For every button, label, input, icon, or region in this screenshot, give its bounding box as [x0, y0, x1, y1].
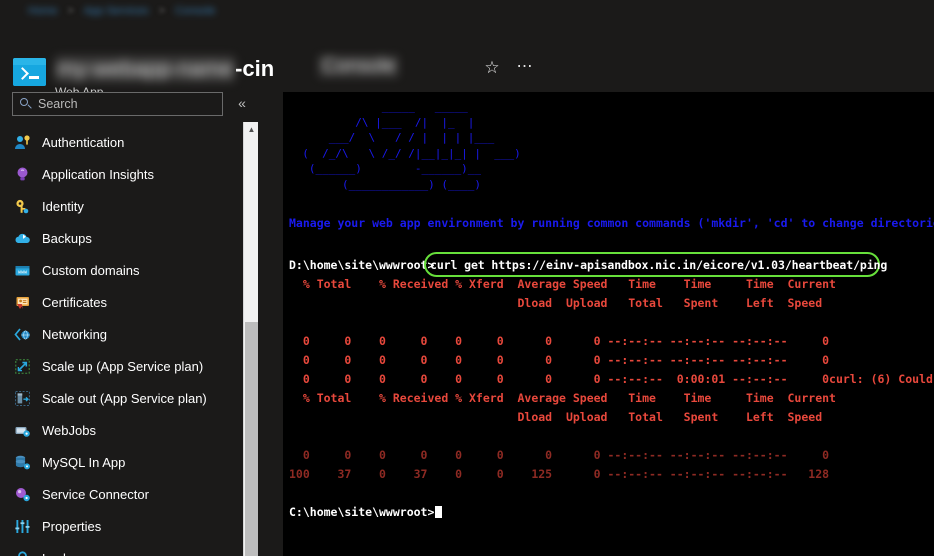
curl-header-line-2: Dload Upload Total Spent Left Speed [289, 296, 823, 310]
star-icon[interactable]: ☆ [482, 58, 502, 78]
sidebar-item-application-insights[interactable]: Application Insights [0, 158, 243, 190]
sidebar-item-label: WebJobs [42, 422, 96, 438]
breadcrumb-separator-2: > [158, 5, 166, 17]
sidebar-item-label: Backups [42, 230, 92, 246]
scale-up-icon [14, 358, 31, 375]
sidebar-item-custom-domains[interactable]: www Custom domains [0, 254, 243, 286]
azure-ascii-art-banner: _____ _____ /\ |___ /| |_ | ___/ \ / / |… [302, 100, 521, 191]
scale-out-icon [14, 390, 31, 407]
sidebar-item-label: Networking [42, 326, 108, 342]
search-icon [19, 97, 33, 111]
certificates-icon [14, 294, 31, 311]
page-scope-label: Console [318, 55, 400, 78]
sidebar-item-label: Service Connector [42, 486, 149, 502]
sidebar-item-label: Properties [42, 518, 102, 534]
console-tile-icon [13, 58, 46, 86]
breadcrumb-item-console[interactable]: Console [175, 5, 215, 17]
page-title: my-webapp-name -cin [55, 54, 274, 84]
sidebar-item-webjobs[interactable]: WebJobs [0, 414, 243, 446]
sidebar-item-label: Scale out (App Service plan) [42, 390, 207, 406]
console-cursor [435, 506, 443, 518]
sidebar-item-identity[interactable]: Identity [0, 190, 243, 222]
sidebar-item-label: Locks [42, 551, 76, 556]
sidebar-item-label: Scale up (App Service plan) [42, 358, 204, 374]
sidebar-item-label: Authentication [42, 134, 125, 150]
breadcrumb-item-app-services[interactable]: App Services [84, 5, 149, 17]
search-box[interactable] [12, 92, 223, 116]
sidebar-item-authentication[interactable]: Authentication [0, 126, 243, 158]
resource-menu: Authentication Application Insights Iden… [0, 126, 243, 556]
curl-progress-row: 0 0 0 0 0 0 0 0 --:--:-- --:--:-- --:--:… [289, 353, 830, 367]
breadcrumb: Home > App Services > Console [0, 0, 934, 22]
authentication-icon [14, 134, 31, 151]
webjobs-icon [14, 422, 31, 439]
backups-cloud-icon [14, 230, 31, 247]
final-prompt-text: C:\home\site\wwwroot> [289, 505, 435, 519]
curl-header-line-1-repeat: % Total % Received % Xferd Average Speed… [289, 391, 836, 405]
identity-key-icon [14, 198, 31, 215]
networking-icon [14, 326, 31, 343]
sidebar-item-label: Custom domains [42, 262, 140, 278]
breadcrumb-item-home[interactable]: Home [28, 5, 57, 17]
mysql-in-app-icon [14, 454, 31, 471]
console-command: curl get https://einv-apisandbox.nic.in/… [430, 258, 888, 272]
console-hint-text: Manage your web app environment by runni… [289, 216, 934, 230]
sidebar-scrollbar[interactable]: ▲ [243, 122, 258, 556]
curl-progress-row-final: 100 37 0 37 0 0 125 0 --:--:-- --:--:-- … [289, 467, 830, 481]
scrollbar-thumb[interactable] [245, 322, 258, 556]
collapse-menu-button[interactable]: « [233, 94, 251, 112]
console-prompt: D:\home\site\wwwroot> [289, 258, 435, 272]
curl-progress-row: 0 0 0 0 0 0 0 0 --:--:-- --:--:-- --:--:… [289, 448, 830, 462]
curl-header-line-2-repeat: Dload Upload Total Spent Left Speed [289, 410, 823, 424]
console-final-prompt: C:\home\site\wwwroot> [289, 503, 443, 522]
resource-name-suffix: -cin [235, 56, 275, 81]
sidebar-item-certificates[interactable]: Certificates [0, 286, 243, 318]
service-connector-icon [14, 486, 31, 503]
search-input[interactable] [38, 97, 216, 111]
curl-error-row: 0 0 0 0 0 0 0 0 --:--:-- 0:00:01 --:--:-… [302, 372, 933, 386]
ellipsis-icon[interactable]: ⋯ [514, 58, 536, 78]
sidebar-item-mysql-in-app[interactable]: MySQL In App [0, 446, 243, 478]
breadcrumb-separator: > [67, 5, 74, 17]
scrollbar-up-arrow-icon[interactable]: ▲ [244, 122, 259, 137]
sidebar-item-locks[interactable]: Locks [0, 542, 243, 556]
sidebar-item-scale-out[interactable]: Scale out (App Service plan) [0, 382, 243, 414]
sidebar-item-service-connector[interactable]: Service Connector [0, 478, 243, 510]
sidebar-item-label: Application Insights [42, 166, 155, 182]
sidebar-item-networking[interactable]: Networking [0, 318, 243, 350]
azure-portal-console-page: Home > App Services > Console my-webapp-… [0, 0, 934, 556]
locks-icon [14, 550, 31, 556]
sidebar-item-backups[interactable]: Backups [0, 222, 243, 254]
svg-text:www: www [18, 269, 28, 275]
sidebar-item-properties[interactable]: Properties [0, 510, 243, 542]
custom-domains-icon: www [14, 262, 31, 279]
sidebar-item-scale-up[interactable]: Scale up (App Service plan) [0, 350, 243, 382]
sidebar-item-label: Identity [42, 198, 84, 214]
application-insights-icon [14, 166, 31, 183]
curl-header-line-1: % Total % Received % Xferd Average Speed… [289, 277, 836, 291]
console-output-pane[interactable]: _____ _____ /\ |___ /| |_ | ___/ \ / / |… [283, 92, 934, 556]
sidebar-item-label: Certificates [42, 294, 108, 310]
curl-progress-row: 0 0 0 0 0 0 0 0 --:--:-- --:--:-- --:--:… [289, 334, 830, 348]
sidebar-item-label: MySQL In App [42, 454, 126, 470]
page-header: my-webapp-name-cin Console ☆ ⋯ Web App [0, 24, 934, 99]
resource-name: my-webapp-name [55, 56, 236, 82]
properties-icon [14, 518, 31, 535]
